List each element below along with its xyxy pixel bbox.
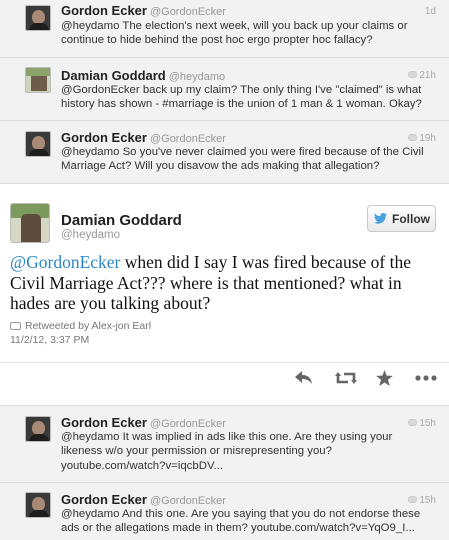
reply-indicator-icon [408, 71, 418, 78]
tweet-item[interactable]: Gordon Ecker @GordonEcker 15h @heydamo An… [0, 483, 449, 540]
expanded-tweet: Damian Goddard @heydamo Follow @GordonEc… [0, 184, 449, 406]
retweeted-by-label: Retweeted by Alex-jon Earl [25, 320, 152, 332]
follow-button[interactable]: Follow [367, 205, 436, 232]
tweet-author-name: Gordon Ecker @GordonEcker [61, 415, 226, 430]
avatar[interactable] [25, 492, 51, 518]
tweet-text: @GordonEcker when did I say I was fired … [10, 252, 442, 314]
reply-indicator-icon [408, 419, 418, 426]
tweet-date: 11/2/12, 3:37 PM [10, 334, 90, 346]
tweet-author-name: Gordon Ecker @GordonEcker [61, 492, 226, 507]
tweet-timestamp: 15h [408, 495, 436, 506]
tweet-item[interactable]: Gordon Ecker @GordonEcker 15h @heydamo It… [0, 406, 449, 483]
avatar[interactable] [25, 67, 51, 93]
reply-indicator-icon [408, 496, 418, 503]
avatar[interactable] [25, 5, 51, 31]
favorite-star-icon[interactable] [376, 370, 393, 386]
mention-link[interactable]: @GordonEcker [10, 252, 120, 272]
tweet-item[interactable]: Damian Goddard @heydamo 21h @GordonEcker … [0, 58, 449, 121]
tweet-text: @heydamo The election's next week, will … [61, 20, 408, 47]
tweet-item[interactable]: Gordon Ecker @GordonEcker 1d @heydamo The… [0, 0, 449, 58]
tweet-text: @heydamo It was implied in ads like this… [61, 431, 393, 472]
tweet-author-handle: @GordonEcker [149, 6, 226, 18]
retweeted-by: Retweeted by Alex-jon Earl [10, 320, 151, 332]
tweet-author-handle: @GordonEcker [149, 133, 226, 145]
avatar[interactable] [10, 203, 50, 243]
divider [0, 362, 449, 363]
tweet-text: @heydamo So you've never claimed you wer… [61, 146, 424, 173]
tweet-author-name[interactable]: Damian Goddard [61, 212, 182, 229]
avatar[interactable] [25, 131, 51, 157]
tweet-author-handle: @heydamo [168, 71, 226, 83]
retweet-small-icon [10, 322, 21, 330]
tweet-timestamp: 15h [408, 418, 436, 429]
reply-icon[interactable] [294, 370, 314, 386]
tweet-author-name: Gordon Ecker @GordonEcker [61, 130, 226, 145]
retweet-icon[interactable] [335, 370, 357, 386]
tweet-author-name: Gordon Ecker @GordonEcker [61, 3, 226, 18]
follow-label: Follow [392, 211, 430, 226]
avatar[interactable] [25, 416, 51, 442]
tweet-timestamp: 19h [408, 133, 436, 144]
reply-indicator-icon [408, 134, 418, 141]
twitter-bird-icon [373, 213, 388, 224]
more-options-icon[interactable] [415, 370, 437, 386]
tweet-timestamp: 1d [424, 6, 436, 17]
tweet-author-handle: @GordonEcker [149, 418, 226, 430]
tweet-item[interactable]: Gordon Ecker @GordonEcker 19h @heydamo So… [0, 121, 449, 184]
tweet-timestamp: 21h [408, 70, 436, 81]
tweet-text: @heydamo And this one. Are you saying th… [61, 508, 421, 535]
tweet-author-handle: @GordonEcker [149, 495, 226, 507]
tweet-author-handle[interactable]: @heydamo [61, 229, 120, 241]
tweet-text: @GordonEcker back up my claim? The only … [61, 84, 422, 111]
tweet-author-name: Damian Goddard @heydamo [61, 68, 226, 83]
